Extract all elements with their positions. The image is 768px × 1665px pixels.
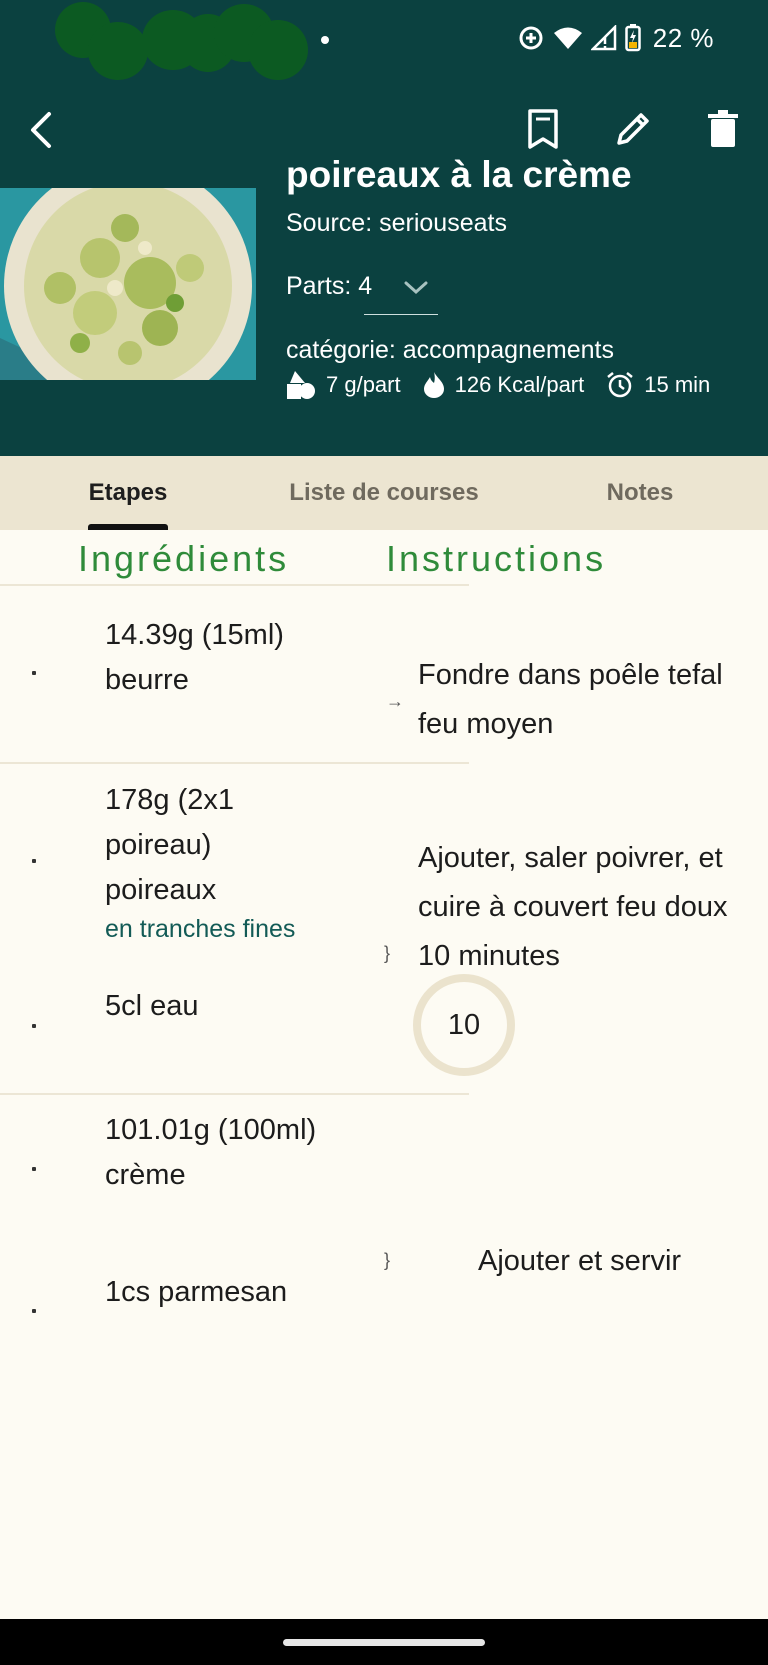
parts-underline [364, 314, 438, 315]
recipe-title: poireaux à la crème [286, 154, 632, 195]
ingredient-bullet [32, 1024, 36, 1028]
wifi-icon [553, 25, 583, 51]
bookmark-button[interactable] [518, 104, 568, 154]
instruction-line: feu moyen [418, 708, 554, 740]
timer-button[interactable]: 10 [413, 974, 515, 1076]
tab-notes[interactable]: Notes [560, 456, 720, 530]
calories-per-part: 126 Kcal/part [454, 372, 585, 397]
flame-icon [423, 372, 444, 398]
tab-bar: Etapes Liste de courses Notes [0, 456, 768, 530]
instruction-line: 10 minutes [418, 940, 560, 972]
alarm-clock-icon [607, 372, 634, 398]
ingredient-quantity[interactable]: 14.39g (15ml) [105, 613, 284, 658]
step-divider [0, 1093, 469, 1095]
step-divider [0, 584, 469, 586]
recipe-category: catégorie: accompagnements [286, 336, 614, 364]
ingredient-quantity[interactable]: 101.01g (100ml) [105, 1108, 316, 1153]
ingredient-name[interactable]: poireaux [105, 868, 216, 913]
battery-percentage: 22 % [652, 22, 714, 53]
redaction-blob [88, 22, 148, 80]
duration: 15 min [644, 372, 711, 397]
recipe-source[interactable]: Source: seriouseats [286, 209, 507, 238]
ingredient-bullet [32, 671, 36, 675]
notification-dot [321, 36, 329, 44]
ingredient-bullet [32, 1309, 36, 1313]
pencil-icon [617, 113, 649, 145]
arrow-back-icon [31, 112, 51, 148]
instruction-line: cuire à couvert feu doux [418, 891, 728, 923]
redaction-blob [248, 20, 308, 80]
nutrition-row: 7 g/part 126 Kcal/part 15 min [286, 370, 710, 400]
instruction-line: Ajouter et servir [478, 1245, 682, 1277]
ingredient-quantity[interactable]: 178g (2x1 [105, 778, 234, 823]
bookmark-icon [528, 109, 558, 149]
shapes-icon [287, 371, 315, 399]
chevron-down-icon[interactable] [404, 280, 428, 301]
instruction-line: Fondre dans poêle tefal [418, 659, 723, 691]
ingredient-quantity[interactable]: poireau) [105, 823, 211, 868]
ingredient-name[interactable]: crème [105, 1153, 186, 1198]
home-gesture-handle[interactable] [283, 1639, 485, 1646]
battery-charging-icon [624, 24, 641, 52]
tab-etapes[interactable]: Etapes [48, 456, 208, 530]
step-divider [0, 762, 469, 764]
data-saver-icon [517, 24, 545, 52]
parts-selector[interactable]: Parts: 4 [286, 272, 372, 301]
ingredient-bullet [32, 1167, 36, 1171]
weight-per-part: 7 g/part [326, 372, 401, 397]
step-connector: → [386, 691, 404, 711]
edit-button[interactable] [608, 104, 658, 154]
ingredient-bullet [32, 859, 36, 863]
tab-liste-de-courses[interactable]: Liste de courses [264, 456, 504, 530]
recipe-image [0, 188, 256, 380]
ingredient-name[interactable]: beurre [105, 658, 189, 703]
trash-icon [708, 110, 738, 147]
instruction-line: Ajouter, saler poivrer, et [418, 842, 723, 874]
status-icons: 22 % [517, 22, 714, 54]
step-connector: } [384, 943, 391, 963]
ingredient-name[interactable]: 5cl eau [105, 984, 199, 1029]
ingredient-name[interactable]: 1cs parmesan [105, 1270, 287, 1315]
active-tab-indicator [88, 524, 168, 530]
status-bar: 22 % [0, 0, 768, 80]
cellular-icon [590, 25, 617, 51]
ingredient-note: en tranches fines [105, 915, 296, 943]
back-button[interactable] [18, 106, 66, 154]
step-connector: } [384, 1250, 391, 1270]
delete-button[interactable] [698, 104, 748, 154]
recipe-header: 22 % poireaux à la crème Source: serious… [0, 0, 768, 456]
instructions-heading: Instructions [386, 538, 607, 579]
ingredients-heading: Ingrédients [78, 538, 290, 579]
